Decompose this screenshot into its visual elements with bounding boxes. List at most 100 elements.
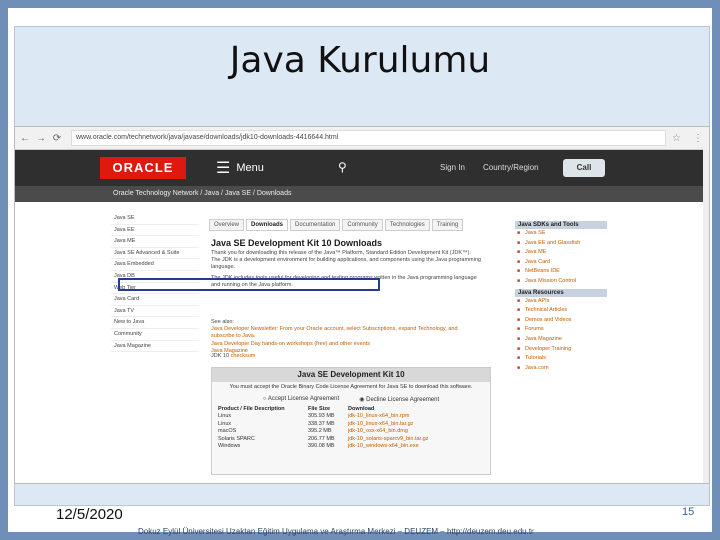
reload-icon[interactable]: ⟳ [51, 133, 63, 144]
right-column: Java SDKs and Tools Java SE Java EE and … [515, 219, 607, 373]
signin-link[interactable]: Sign In [440, 163, 465, 172]
row-size: 206.77 MB [308, 435, 335, 442]
see-also-link[interactable]: Java Developer Day hands-on workshops (f… [211, 341, 481, 348]
row-file-link[interactable]: jdk-10_osx-x64_bin.dmg [348, 428, 484, 436]
row-size: 390.08 MB [308, 443, 335, 450]
tab-community[interactable]: Community [342, 219, 383, 231]
right-link[interactable]: Java Card [515, 258, 607, 268]
call-button[interactable]: Call [563, 159, 605, 177]
leftnav-item[interactable]: Java ME [111, 236, 199, 248]
browser-menu-icon[interactable]: ⋮ [693, 133, 703, 144]
intro-para-1: Thank you for downloading this release o… [211, 250, 481, 271]
license-radios: ○ Accept License Agreement ◉ Decline Lic… [212, 396, 490, 403]
browser-screenshot: ← → ⟳ www.oracle.com/technetwork/java/ja… [14, 126, 710, 484]
table-row: Solaris SPARC 206.77 MB jdk-10_solaris-s… [218, 436, 484, 444]
scrollbar[interactable] [703, 149, 709, 483]
leftnav-item[interactable]: Java EE [111, 225, 199, 237]
right-link[interactable]: Demos and Videos [515, 316, 607, 326]
row-size: 305.93 MB [308, 413, 335, 420]
see-also-link[interactable]: Java Developer Newsletter: From your Ora… [211, 326, 481, 340]
jdk-checksum: JDK 10 checksum [211, 353, 255, 359]
tab-training[interactable]: Training [431, 219, 464, 231]
right-link[interactable]: Developer Training [515, 345, 607, 355]
tab-overview[interactable]: Overview [209, 219, 245, 231]
download-box: Java SE Development Kit 10 You must acce… [211, 367, 491, 475]
tab-technologies[interactable]: Technologies [384, 219, 430, 231]
oracle-logo[interactable]: ORACLE [100, 157, 186, 179]
highlight-box [118, 278, 380, 291]
tab-bar: Overview Downloads Documentation Communi… [209, 219, 465, 231]
decline-radio[interactable]: ◉ Decline License Agreement [359, 396, 439, 403]
right-link[interactable]: Java Magazine [515, 335, 607, 345]
tab-downloads[interactable]: Downloads [246, 219, 289, 231]
leftnav-item[interactable]: Community [111, 329, 199, 341]
download-table: Product / File Description File Size Dow… [218, 406, 484, 452]
url-field[interactable]: www.oracle.com/technetwork/java/javase/d… [71, 130, 667, 146]
table-row: macOS 395.2 MB jdk-10_osx-x64_bin.dmg [218, 428, 484, 436]
slide-date: 12/5/2020 [56, 506, 123, 523]
slide-title: Java Kurulumu [229, 40, 491, 81]
row-os: Linux [218, 413, 232, 420]
row-file-link[interactable]: jdk-10_linux-x64_bin.rpm [348, 413, 484, 421]
row-file-link[interactable]: jdk-10_solaris-sparcv9_bin.tar.gz [348, 436, 484, 444]
breadcrumb[interactable]: Oracle Technology Network / Java / Java … [15, 186, 709, 202]
see-also-label: See also: [211, 319, 234, 325]
page-number: 15 [682, 506, 695, 518]
menu-icon[interactable]: ☰ [216, 158, 230, 178]
back-icon[interactable]: ← [19, 133, 31, 144]
col-header: Product / File Description [218, 405, 285, 412]
sdk-tools-heading: Java SDKs and Tools [515, 221, 607, 229]
row-file-link[interactable]: jdk-10_linux-x64_bin.tar.gz [348, 421, 484, 429]
leftnav-item[interactable]: Java SE [111, 213, 199, 225]
country-link[interactable]: Country/Region [483, 163, 539, 172]
table-header: Product / File Description File Size Dow… [218, 406, 484, 414]
leftnav-item[interactable]: Java Card [111, 294, 199, 306]
row-os: Windows [218, 443, 241, 450]
leftnav-item[interactable]: Java Embedded [111, 259, 199, 271]
decline-label: Decline License Agreement [366, 396, 440, 403]
address-bar: ← → ⟳ www.oracle.com/technetwork/java/ja… [15, 127, 709, 150]
table-row: Linux 305.93 MB jdk-10_linux-x64_bin.rpm [218, 413, 484, 421]
tab-documentation[interactable]: Documentation [290, 219, 341, 231]
search-icon[interactable]: ⚲ [338, 160, 347, 174]
leftnav-item[interactable]: Java TV [111, 306, 199, 318]
right-link[interactable]: Java Mission Control [515, 277, 607, 287]
forward-icon[interactable]: → [35, 133, 47, 144]
right-link[interactable]: Java EE and Glassfish [515, 239, 607, 249]
table-row: Windows 390.08 MB jdk-10_windows-x64_bin… [218, 443, 484, 451]
right-link[interactable]: Java APIs [515, 297, 607, 307]
leftnav-item[interactable]: Java SE Advanced & Suite [111, 248, 199, 260]
page-heading: Java SE Development Kit 10 Downloads [211, 238, 383, 248]
accept-label: Accept License Agreement [267, 395, 340, 402]
right-link[interactable]: NetBeans IDE [515, 267, 607, 277]
table-row: Linux 338.37 MB jdk-10_linux-x64_bin.tar… [218, 421, 484, 429]
resources-heading: Java Resources [515, 288, 607, 297]
col-header: File Size [308, 405, 331, 412]
license-note: You must accept the Oracle Binary Code L… [229, 384, 473, 390]
see-also: See also: Java Developer Newsletter: Fro… [211, 319, 481, 355]
right-link[interactable]: Tutorials [515, 354, 607, 364]
bookmark-star-icon[interactable]: ☆ [672, 133, 681, 144]
row-size: 395.2 MB [308, 428, 332, 435]
leftnav-item[interactable]: Java Magazine [111, 341, 199, 353]
right-link[interactable]: Technical Articles [515, 306, 607, 316]
row-size: 338.37 MB [308, 420, 335, 427]
menu-label[interactable]: Menu [236, 162, 264, 174]
right-link[interactable]: Java SE [515, 229, 607, 239]
jdk-prefix: JDK 10 [211, 353, 230, 359]
download-box-title: Java SE Development Kit 10 [212, 368, 490, 382]
right-link[interactable]: Forums [515, 325, 607, 335]
row-file-link[interactable]: jdk-10_windows-x64_bin.exe [348, 443, 484, 451]
row-os: macOS [218, 428, 237, 435]
leftnav-item[interactable]: New to Java [111, 317, 199, 329]
checksum-link[interactable]: checksum [231, 353, 256, 359]
right-link[interactable]: Java.com [515, 364, 607, 374]
row-os: Linux [218, 420, 232, 427]
page-content: Java SE Java EE Java ME Java SE Advanced… [111, 207, 609, 477]
row-os: Solaris SPARC [218, 435, 255, 442]
oracle-header: ORACLE ☰ Menu ⚲ Sign In Country/Region C… [15, 150, 709, 186]
slide-footer: Dokuz Eylül Üniversitesi Uzaktan Eğitim … [138, 527, 534, 536]
accept-radio[interactable]: ○ Accept License Agreement [263, 396, 339, 403]
col-header: Download [348, 405, 375, 412]
right-link[interactable]: Java ME [515, 248, 607, 258]
